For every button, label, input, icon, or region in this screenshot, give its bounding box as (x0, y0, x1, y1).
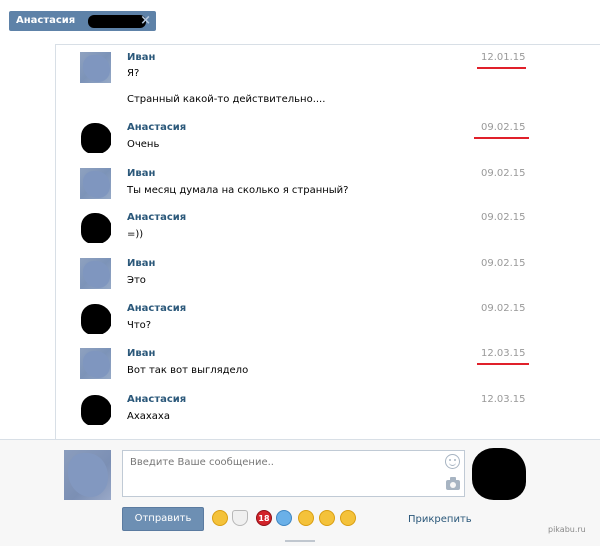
message-text: =)) (127, 229, 144, 240)
message-date[interactable]: 09.02.15 (481, 212, 526, 223)
highlight-underline (474, 137, 529, 139)
message-date[interactable]: 09.02.15 (481, 303, 526, 314)
message-text: Ты месяц думала на сколько я странный? (127, 185, 349, 196)
message-text: Я? (127, 68, 140, 79)
redaction-mark (88, 15, 146, 28)
avatar[interactable] (80, 122, 111, 153)
avatar[interactable] (80, 258, 111, 289)
message-date[interactable]: 09.02.15 (481, 258, 526, 269)
peer-avatar[interactable] (472, 448, 526, 500)
avatar[interactable] (80, 212, 111, 243)
avatar[interactable] (80, 168, 111, 199)
divider (55, 44, 600, 45)
author-name[interactable]: Анастасия (127, 212, 186, 223)
message-text: Странный какой-то действительно.... (127, 94, 326, 105)
message-text: Вот так вот выглядело (127, 365, 249, 376)
blush-emoji-icon[interactable] (212, 510, 228, 526)
rolleyes-emoji-icon[interactable] (340, 510, 356, 526)
message-input[interactable]: Введите Ваше сообщение.. (122, 450, 465, 497)
message-date[interactable]: 09.02.15 (481, 168, 526, 179)
divider (55, 44, 56, 439)
message-text: Ахахаха (127, 411, 170, 422)
close-icon[interactable]: × (140, 11, 151, 31)
highlight-underline (477, 363, 529, 365)
confused-emoji-icon[interactable] (319, 510, 335, 526)
avatar[interactable] (80, 394, 111, 425)
avatar[interactable] (80, 348, 111, 379)
camera-icon[interactable] (446, 477, 460, 490)
author-name[interactable]: Анастасия (127, 303, 186, 314)
author-name[interactable]: Анастасия (127, 394, 186, 405)
message-date[interactable]: 12.03.15 (481, 394, 526, 405)
author-name[interactable]: Анастасия (127, 122, 186, 133)
message-date[interactable]: 12.03.15 (481, 348, 526, 359)
watermark: pikabu.ru (548, 525, 586, 534)
dialog-tab[interactable]: Анастасия × (9, 11, 156, 31)
avatar[interactable] (80, 303, 111, 334)
my-avatar[interactable] (64, 450, 111, 500)
toilet-emoji-icon[interactable] (232, 510, 248, 526)
smile-emoji-icon[interactable] (298, 510, 314, 526)
message-date[interactable]: 12.01.15 (481, 52, 526, 63)
attach-link[interactable]: Прикрепить (408, 514, 472, 525)
message-composer: Введите Ваше сообщение.. Отправить 18 Пр… (0, 439, 600, 546)
message-date[interactable]: 09.02.15 (481, 122, 526, 133)
avatar[interactable] (80, 52, 111, 83)
18-emoji-icon[interactable]: 18 (256, 510, 272, 526)
author-name[interactable]: Иван (127, 348, 155, 359)
message-text: Очень (127, 139, 160, 150)
message-input-placeholder: Введите Ваше сообщение.. (130, 457, 274, 468)
highlight-underline (477, 67, 526, 69)
dialog-tab-title: Анастасия (16, 15, 76, 26)
message-text: Что? (127, 320, 152, 331)
send-button[interactable]: Отправить (122, 507, 204, 531)
author-name[interactable]: Иван (127, 258, 155, 269)
resize-handle[interactable] (285, 540, 315, 542)
top-bar: Анастасия × (0, 0, 600, 44)
author-name[interactable]: Иван (127, 168, 155, 179)
scream-emoji-icon[interactable] (276, 510, 292, 526)
smile-icon[interactable] (445, 454, 460, 469)
message-text: Это (127, 275, 146, 286)
author-name[interactable]: Иван (127, 52, 155, 63)
